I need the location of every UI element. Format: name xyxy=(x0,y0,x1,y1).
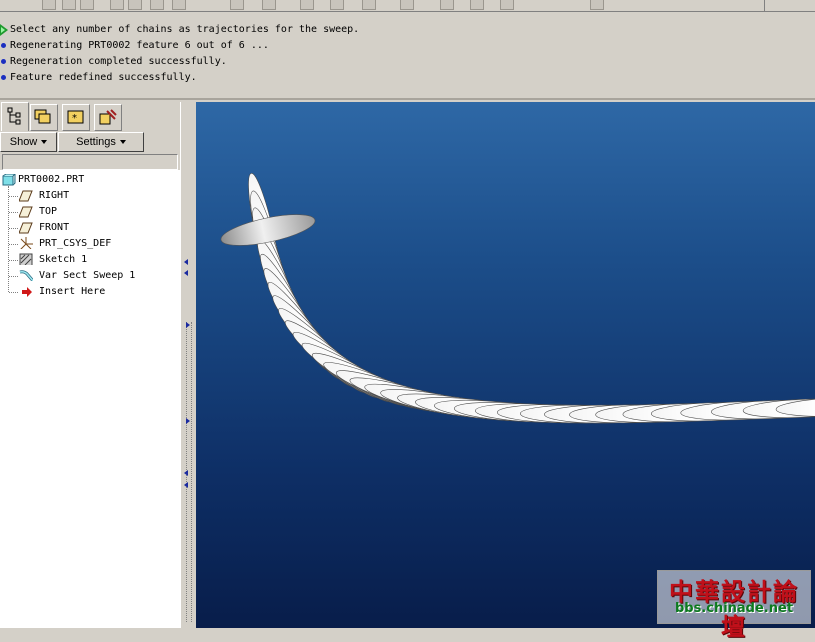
toolbar-button[interactable] xyxy=(62,0,76,10)
tree-item-label: Sketch 1 xyxy=(39,254,88,265)
message-text: Regeneration completed successfully. xyxy=(10,56,227,67)
message-text: Select any number of chains as trajector… xyxy=(10,24,360,35)
graphics-viewport[interactable] xyxy=(196,102,815,628)
tree-item-label: TOP xyxy=(39,206,58,217)
prompt-arrow-icon xyxy=(0,24,8,36)
navigator-buttons: Show Settings xyxy=(0,132,180,152)
show-label: Show xyxy=(9,136,38,148)
toolbar-button[interactable] xyxy=(110,0,124,10)
toolbar-button[interactable] xyxy=(590,0,604,10)
collapse-left-icon[interactable] xyxy=(184,470,188,476)
expand-right-icon[interactable] xyxy=(186,418,190,424)
expand-right-icon[interactable] xyxy=(186,322,190,328)
toolbar-button[interactable] xyxy=(262,0,276,10)
navigator-tabs: * xyxy=(0,102,180,131)
collapse-left-icon[interactable] xyxy=(184,259,188,265)
sketch-icon xyxy=(19,253,33,265)
tree-item-label: PRT0002.PRT xyxy=(18,174,85,185)
watermark-url: bbs.chinade.net xyxy=(674,601,794,616)
coordinate-system-icon xyxy=(20,237,33,249)
toolbar-button[interactable] xyxy=(400,0,414,10)
toolbar-button[interactable] xyxy=(150,0,164,10)
main-toolbar xyxy=(0,0,815,12)
info-bullet-icon xyxy=(1,59,6,64)
model-tree: PRT0002.PRT RIGHT TOP FRONT PRT_CSYS_DEF… xyxy=(0,170,181,628)
toolbar-button[interactable] xyxy=(500,0,514,10)
sweep-icon xyxy=(19,270,33,281)
datum-plane-icon xyxy=(19,190,33,202)
info-bullet-icon xyxy=(1,75,6,80)
toolbar-button[interactable] xyxy=(230,0,244,10)
toolbar-button[interactable] xyxy=(172,0,186,10)
settings-dropdown-button[interactable]: Settings xyxy=(58,132,144,152)
tree-item-label: Var Sect Sweep 1 xyxy=(39,270,136,281)
tab-connections[interactable] xyxy=(94,104,122,131)
tree-connector xyxy=(9,244,18,245)
toolbar-button[interactable] xyxy=(42,0,56,10)
folder-browser-icon xyxy=(34,109,51,124)
show-dropdown-button[interactable]: Show xyxy=(0,132,57,152)
insert-arrow-icon xyxy=(22,287,32,297)
toolbar-button[interactable] xyxy=(300,0,314,10)
toolbar-button[interactable] xyxy=(440,0,454,10)
datum-plane-icon xyxy=(19,222,33,234)
watermark-logo: 中華設計論壇 bbs.chinade.net xyxy=(657,570,811,641)
toolbar-button[interactable] xyxy=(128,0,142,10)
toolbar-button[interactable] xyxy=(470,0,484,10)
tab-favorites[interactable]: * xyxy=(62,104,90,131)
tree-connector xyxy=(9,292,18,293)
caret-down-icon xyxy=(41,140,48,145)
toolbar-button[interactable] xyxy=(362,0,376,10)
model-tree-icon xyxy=(7,107,21,125)
tree-item-label: FRONT xyxy=(39,222,70,233)
tree-connector xyxy=(9,260,18,261)
tree-item-label: RIGHT xyxy=(39,190,70,201)
panel-splitter[interactable] xyxy=(180,102,196,628)
tab-model-tree[interactable] xyxy=(1,102,29,131)
tree-item-label: PRT_CSYS_DEF xyxy=(39,238,112,249)
toolbar-button[interactable] xyxy=(80,0,94,10)
tree-filter-bar[interactable] xyxy=(2,154,178,170)
tree-connector xyxy=(9,228,18,229)
tree-connector xyxy=(9,196,18,197)
tab-folder-browser[interactable] xyxy=(30,104,58,131)
collapse-left-icon[interactable] xyxy=(184,270,188,276)
tree-item-label: Insert Here xyxy=(39,286,106,297)
part-icon xyxy=(2,174,16,186)
toolbar-divider xyxy=(764,0,765,11)
svg-text:*: * xyxy=(72,113,77,124)
collapse-left-icon[interactable] xyxy=(184,482,188,488)
toolbar-button[interactable] xyxy=(330,0,344,10)
info-bullet-icon xyxy=(1,43,6,48)
datum-plane-icon xyxy=(19,206,33,218)
message-text: Regenerating PRT0002 feature 6 out of 6 … xyxy=(10,40,269,51)
message-area: Select any number of chains as trajector… xyxy=(0,12,815,100)
caret-down-icon xyxy=(119,140,126,145)
corrugated-hose-model xyxy=(220,173,815,424)
favorites-icon: * xyxy=(67,110,84,124)
tree-connector xyxy=(9,276,18,277)
message-text: Feature redefined successfully. xyxy=(10,72,197,83)
settings-label: Settings xyxy=(76,136,116,148)
tree-connector xyxy=(9,212,18,213)
connections-icon xyxy=(99,109,117,125)
